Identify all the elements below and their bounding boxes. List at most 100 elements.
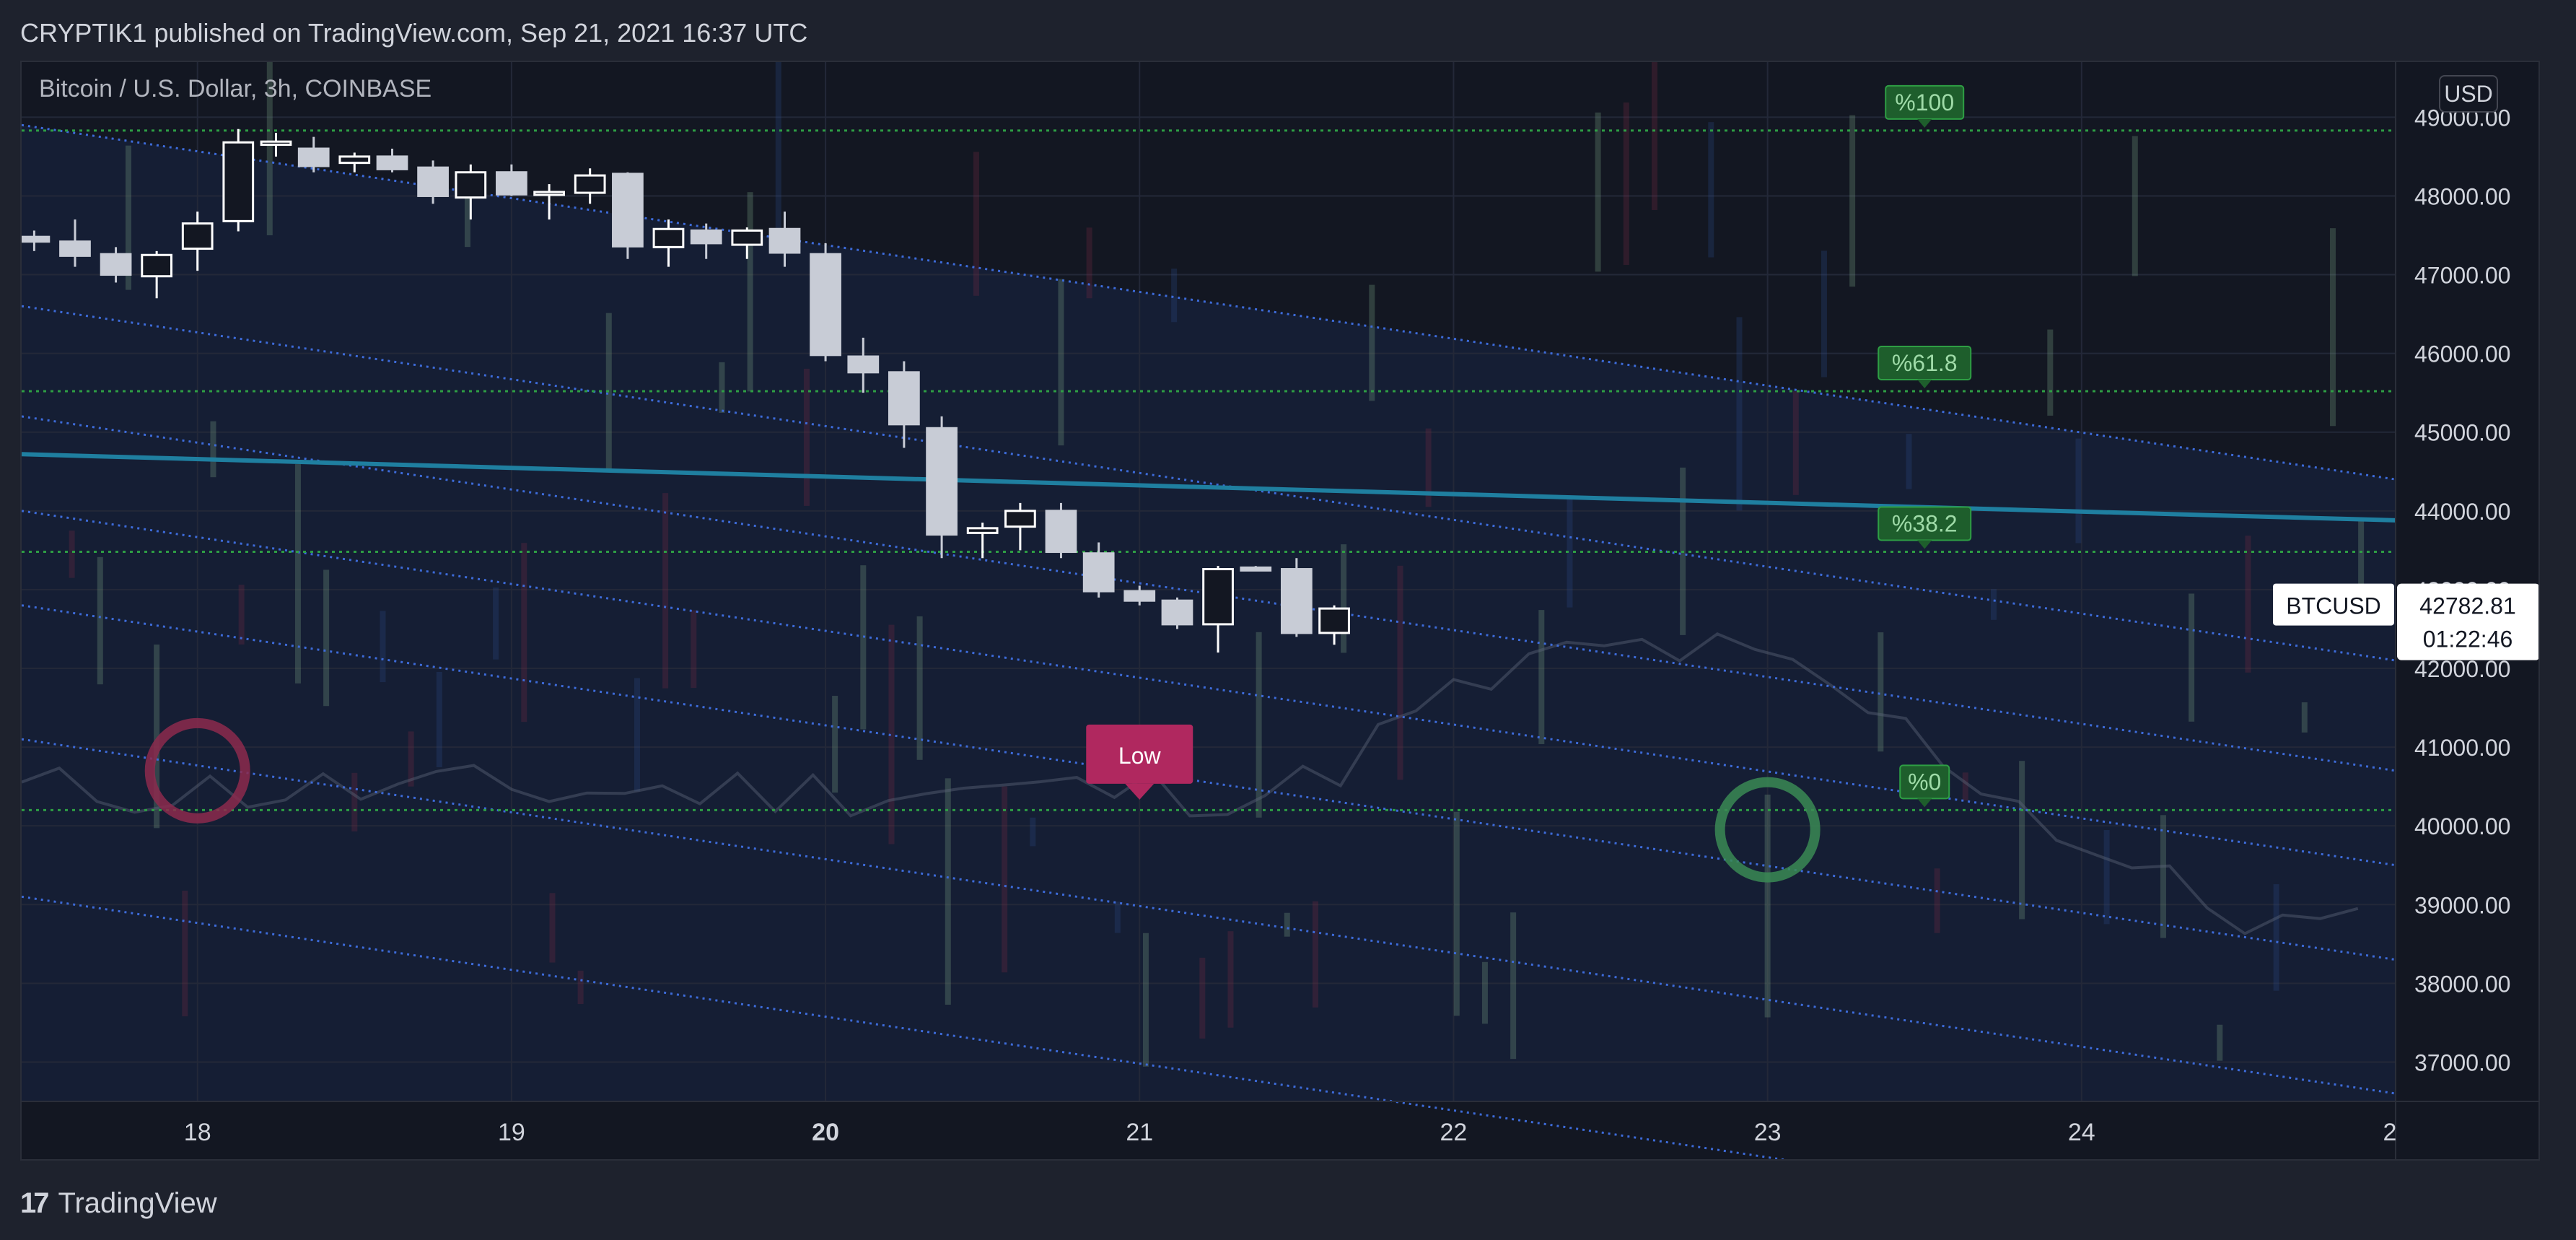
publisher-header: CRYPTIK1 published on TradingView.com, S… [20,18,808,48]
candle-body [260,140,292,147]
candle-body [612,173,644,248]
candle-body [376,155,408,170]
ghost-bar [832,696,838,793]
ghost-bar [1086,227,1092,299]
x-tick-label: 21 [1126,1119,1153,1146]
ghost-bar [691,610,697,689]
y-tick-label: 37000.00 [2414,1049,2510,1075]
candle-body [1082,552,1115,593]
ghost-bar [1990,589,1997,620]
candle-body [768,227,801,254]
candle-body [417,166,449,197]
ghost-bar [2245,536,2251,673]
x-tick-label: 18 [184,1119,211,1146]
candle-body [141,253,172,278]
ghost-bar [1284,912,1290,937]
x-tick-label: 22 [1440,1119,1468,1146]
candle-body [1161,599,1193,626]
candle-body [100,253,132,276]
y-tick-label: 45000.00 [2414,420,2510,446]
candle-body [1240,566,1272,572]
ghost-bar [210,421,216,478]
ghost-bar [1849,115,1856,287]
x-tick-label: 24 [2068,1119,2095,1146]
currency-button[interactable]: USD [2439,75,2498,113]
y-tick-label: 47000.00 [2414,263,2510,289]
ghost-bar [1114,901,1121,933]
candle-body [181,222,214,250]
y-tick-label: 40000.00 [2414,813,2510,839]
candle-body [888,371,920,426]
ghost-bar [2019,761,2025,920]
current-price-label: 42782.81 [2419,593,2515,619]
ghost-bar [747,192,753,392]
y-tick-label: 38000.00 [2414,971,2510,997]
ghost-bar [1962,772,1968,801]
candle-body [59,240,91,257]
ghost-bar [2160,815,2166,938]
candle-body [533,191,565,196]
ghost-bar [1792,391,1799,495]
fib-label: %0 [1908,769,1941,795]
price-chart[interactable]: %100%61.8%38.2%0 Low 49000.0048000.00470… [22,62,2540,1161]
ghost-bar [634,678,640,792]
ghost-bar [1171,268,1178,323]
candle-body [731,229,763,246]
ghost-bar [1199,957,1206,1039]
ghost-bar [1764,794,1771,1018]
chart-panel[interactable]: %100 %61.8 %38.2 %0 Low 49000.00 48000.00 470… [20,61,2540,1161]
candle-body [1318,607,1350,634]
ghost-bar [1341,544,1347,653]
ghost-bar [1538,610,1545,744]
ghost-bar [1030,817,1036,847]
ghost-bar [719,362,725,414]
ghost-bar [1058,279,1064,446]
low-label: Low [1118,743,1162,769]
ghost-bar [2273,884,2279,991]
ghost-bar [2217,1024,2223,1061]
candle-body [338,155,371,165]
bar-countdown-label: 01:22:46 [2423,626,2513,652]
y-tick-label: 48000.00 [2414,183,2510,209]
ghost-bar [1623,102,1629,266]
ghost-bar [2047,329,2054,416]
ghost-bar [2132,136,2138,276]
ghost-bar [294,464,301,684]
ghost-bar [577,970,584,1005]
candle-body [297,147,330,167]
fib-label-pointer [1917,118,1932,128]
symbol-legend[interactable]: Bitcoin / U.S. Dollar, 3h, COINBASE [39,75,431,103]
x-tick-label: 19 [498,1119,525,1146]
ghost-bar [1878,632,1884,752]
tradingview-logo-text: TradingView [58,1187,217,1219]
ghost-bar [1142,933,1149,1067]
x-tick-label: 2 [2383,1119,2397,1146]
ghost-bar [1708,122,1714,258]
candle-body [222,141,255,222]
y-tick-label: 39000.00 [2414,892,2510,918]
ghost-bar [323,569,330,707]
ghost-bar [1312,901,1318,1008]
ghost-bar [1453,811,1460,1016]
candle-body [966,527,999,534]
ghost-bar [973,152,979,296]
ghost-bar [1002,786,1008,973]
ghost-bar [775,62,781,247]
ghost-bar [2103,830,2110,925]
candle-body [496,171,527,196]
candle-body [1045,510,1077,554]
ghost-bar [436,671,442,767]
ghost-bar [493,587,499,660]
candle-body [1123,590,1156,602]
tradingview-logo[interactable]: 17 TradingView [20,1182,217,1224]
candle-body [810,253,841,357]
ghost-bar [2301,702,2308,733]
ghost-bar [238,585,245,645]
ghost-bar [1736,317,1743,511]
ghost-bar [945,778,951,1005]
y-tick-label: 46000.00 [2414,341,2510,367]
ghost-bar [1397,565,1403,780]
ghost-bar [1481,961,1488,1024]
x-tick-label: 20 [812,1119,839,1146]
fib-label: %38.2 [1892,511,1958,537]
